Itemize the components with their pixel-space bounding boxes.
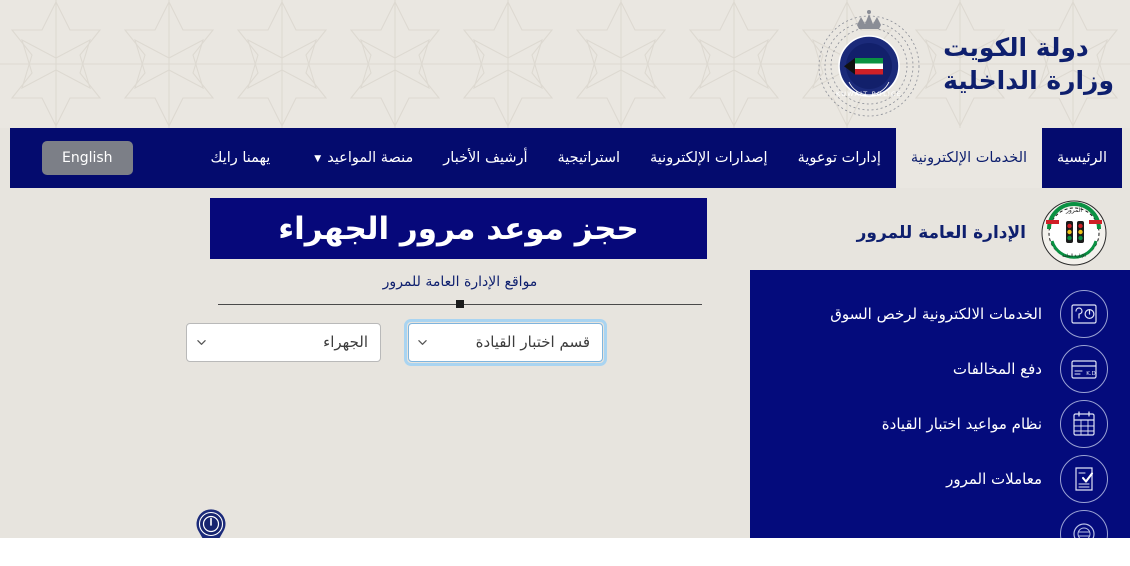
section-divider [215,299,705,309]
nav-label: الرئيسية [1057,150,1107,166]
license-card-icon [1060,289,1108,338]
booking-area: حجز موعد مرور الجهراء مواقع الإدارة العا… [0,188,750,538]
services-sidebar: المرور الإدارة العامة الإدارة العامة للم… [750,188,1130,538]
governorate-select[interactable]: الجهراء [186,322,381,362]
divider-dot [456,300,464,308]
nav-item-awareness-departments[interactable]: إدارات توعوية [783,128,896,188]
nav-label: استراتيجية [557,150,621,166]
document-check-icon [1060,454,1108,503]
nav-label: إدارات توعوية [797,150,881,166]
main-navigation[interactable]: الرئيسية الخدمات الإلكترونية إدارات توعو… [10,128,1122,188]
map-location-pin-icon[interactable] [192,504,230,538]
nav-item-strategy[interactable]: استراتيجية [543,128,636,188]
nav-label: إصدارات الإلكترونية [650,150,768,166]
department-select-wrapper: قسم اختبار القيادة [404,318,607,366]
svg-text:الإدارة العامة: الإدارة العامة [1062,254,1085,259]
ministry-name: وزارة الداخلية [943,66,1114,95]
svg-text:KUWAIT POLICE: KUWAIT POLICE [836,90,902,98]
svg-text:المرور: المرور [1065,207,1082,214]
service-item-driving-test-appointments[interactable]: نظام مواعيد اختبار القيادة [750,396,1130,451]
services-list: الخدمات الالكترونية لرخص السوق K.D دفع ا… [750,270,1130,538]
kuwait-police-emblem-icon: KUWAIT POLICE [818,10,920,117]
service-item-traffic-transactions[interactable]: معاملات المرور [750,451,1130,506]
content-row: حجز موعد مرور الجهراء مواقع الإدارة العا… [0,188,1130,538]
page-title-banner: حجز موعد مرور الجهراء [210,198,707,259]
locations-heading-block: مواقع الإدارة العامة للمرور [215,274,705,309]
traffic-department-header: المرور الإدارة العامة الإدارة العامة للم… [750,188,1130,270]
service-label: معاملات المرور [946,469,1042,488]
service-label: الخدمات الالكترونية لرخص السوق [830,304,1042,323]
governorate-select-wrapper: الجهراء [186,322,381,362]
nav-label: يهمنا رايك [210,150,271,166]
traffic-department-title: الإدارة العامة للمرور [856,223,1026,243]
chevron-down-icon: ▼ [314,153,322,164]
brand-text-block: دولة الكويت وزارة الداخلية [943,31,1114,97]
service-item-driving-license-eservices[interactable]: الخدمات الالكترونية لرخص السوق [750,286,1130,341]
department-select[interactable]: قسم اختبار القيادة [408,322,603,362]
traffic-emblem-icon [1060,509,1108,538]
service-label: نظام مواعيد اختبار القيادة [881,414,1042,433]
crown-shape [857,10,882,29]
nav-label: الخدمات الإلكترونية [910,150,1028,166]
svg-text:K.D: K.D [1086,371,1096,377]
calendar-icon [1060,399,1108,448]
nav-item-news-archive[interactable]: أرشيف الأخبار [428,128,542,188]
country-name: دولة الكويت [943,33,1089,62]
header-brand: دولة الكويت وزارة الداخلية KUWAIT POLICE [813,8,1114,120]
page-root: دولة الكويت وزارة الداخلية KUWAIT POLICE… [0,0,1130,566]
nav-label: منصة المواعيد [327,150,414,166]
location-filter-row: الجهراء قسم اختبار القيادة [186,312,716,372]
locations-caption: مواقع الإدارة العامة للمرور [382,274,538,290]
general-traffic-department-emblem-icon: المرور الإدارة العامة [1041,200,1107,266]
site-header: دولة الكويت وزارة الداخلية KUWAIT POLICE [0,0,1130,128]
page-surface: دولة الكويت وزارة الداخلية KUWAIT POLICE… [0,0,1130,538]
nav-item-your-opinion[interactable]: يهمنا رايك [195,128,285,188]
nav-item-home[interactable]: الرئيسية [1042,128,1122,188]
nav-label: أرشيف الأخبار [443,150,528,166]
service-label: دفع المخالفات [952,359,1042,378]
payment-card-kd-icon: K.D [1060,344,1108,393]
language-switch-button[interactable]: English [42,141,133,175]
nav-item-electronic-publications[interactable]: إصدارات الإلكترونية [635,128,783,188]
service-item-traffic-emblem[interactable] [750,506,1130,538]
bottom-white-strip [0,538,1130,566]
service-item-pay-violations[interactable]: K.D دفع المخالفات [750,341,1130,396]
nav-item-appointments-platform[interactable]: منصة المواعيد ▼ [299,128,428,188]
page-title: حجز موعد مرور الجهراء [278,210,639,247]
nav-item-e-services[interactable]: الخدمات الإلكترونية [895,128,1043,188]
